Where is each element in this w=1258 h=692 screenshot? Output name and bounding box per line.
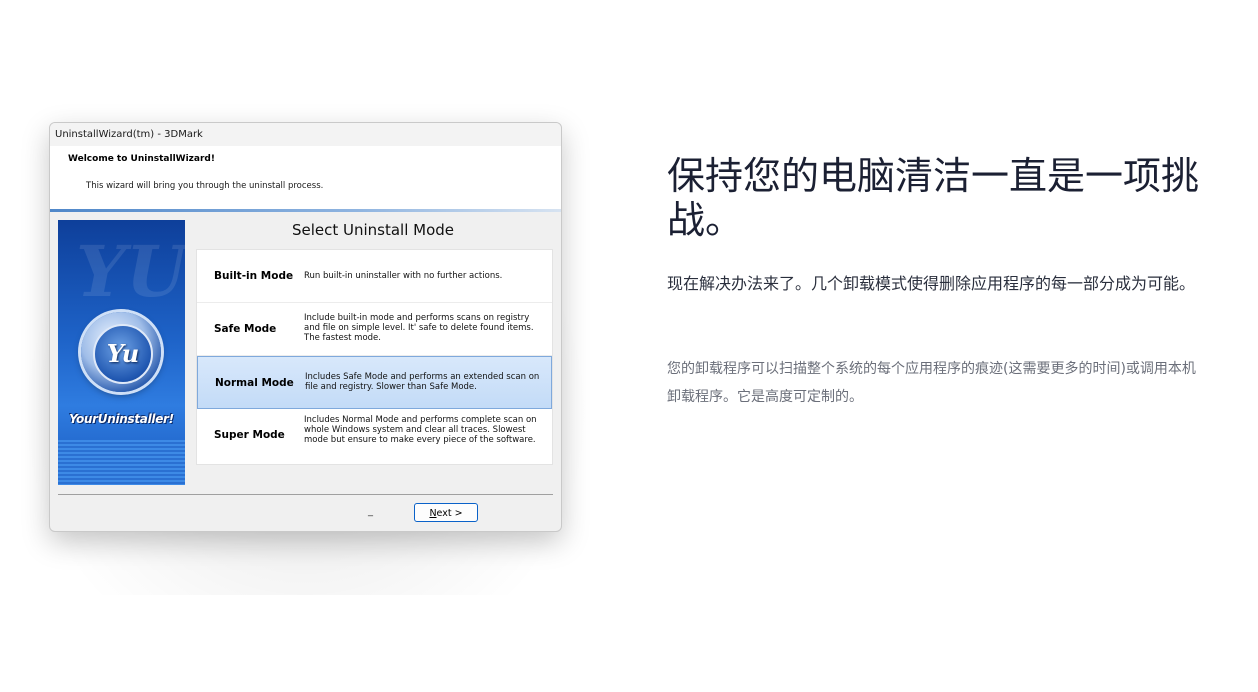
- wizard-header: Welcome to UninstallWizard! This wizard …: [50, 146, 561, 210]
- mode-option-builtin[interactable]: Built-in Mode Run built-in uninstaller w…: [197, 250, 552, 303]
- uninstall-wizard-window: UninstallWizard(tm) - 3DMark Welcome to …: [49, 122, 562, 532]
- mode-name: Normal Mode: [215, 377, 294, 389]
- select-mode-title: Select Uninstall Mode: [291, 221, 455, 239]
- next-label: ext >: [436, 508, 463, 519]
- banner-stripes: [58, 440, 185, 485]
- mode-description: Run built-in uninstaller with no further…: [304, 271, 503, 281]
- banner-watermark: YU: [76, 230, 185, 313]
- next-hotkey: N: [429, 508, 437, 519]
- mode-list: Built-in Mode Run built-in uninstaller w…: [196, 249, 553, 465]
- wizard-header-subtitle: This wizard will bring you through the u…: [86, 181, 324, 191]
- logo-text: Yu: [93, 324, 153, 384]
- footer-underscore: _: [368, 506, 373, 517]
- marketing-subheadline: 现在解决办法来了。几个卸载模式使得删除应用程序的每一部分成为可能。: [667, 274, 1196, 293]
- window-title: UninstallWizard(tm) - 3DMark: [50, 123, 561, 146]
- marketing-body: 您的卸载程序可以扫描整个系统的每个应用程序的痕迹(这需要更多的时间)或调用本机卸…: [667, 361, 1196, 405]
- mode-option-normal[interactable]: Normal Mode Includes Safe Mode and perfo…: [197, 356, 552, 409]
- mode-option-super[interactable]: Super Mode Includes Normal Mode and perf…: [197, 409, 552, 462]
- mode-description: Include built-in mode and performs scans…: [304, 313, 534, 343]
- footer-divider: [58, 494, 553, 495]
- brand-banner: YU Yu YourUninstaller!: [58, 220, 185, 485]
- mode-description: Includes Normal Mode and performs comple…: [304, 415, 537, 445]
- next-button[interactable]: Next >: [414, 503, 478, 522]
- mode-name: Super Mode: [214, 429, 285, 441]
- mode-name: Built-in Mode: [214, 270, 294, 282]
- mode-description: Includes Safe Mode and performs an exten…: [305, 372, 540, 392]
- wizard-header-title: Welcome to UninstallWizard!: [68, 154, 215, 164]
- marketing-headline: 保持您的电脑清洁一直是一项挑战。: [667, 154, 1200, 242]
- brand-name: YourUninstaller!: [69, 412, 174, 426]
- mode-option-safe[interactable]: Safe Mode Include built-in mode and perf…: [197, 303, 552, 356]
- mode-name: Safe Mode: [214, 323, 277, 335]
- header-divider: [50, 209, 561, 212]
- yu-logo-icon: Yu: [81, 312, 161, 392]
